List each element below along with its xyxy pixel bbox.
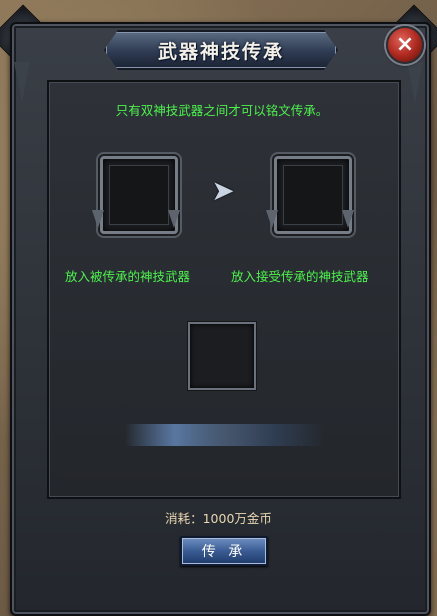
transfer-progress-bar [125, 424, 325, 446]
arrow-right-icon: ➤ [211, 174, 235, 207]
target-slot-label: 放入接受传承的神技武器 [231, 269, 369, 284]
close-button[interactable]: × [386, 26, 424, 64]
transfer-button[interactable]: 传 承 [180, 536, 268, 566]
slot-ornament [266, 210, 278, 228]
source-weapon-slot-inner [109, 165, 169, 225]
source-slot-label: 放入被传承的神技武器 [65, 269, 191, 284]
slot-ornament [92, 210, 104, 228]
target-weapon-slot[interactable] [274, 156, 352, 234]
instruction-text: 只有双神技武器之间才可以铭文传承。 [115, 103, 329, 118]
frame-spike-right [407, 62, 423, 102]
transfer-progress-fill [125, 424, 225, 446]
frame-spike-left [14, 62, 30, 102]
transfer-button-label: 传 承 [201, 544, 247, 560]
title-plate: 武器神技传承 [104, 30, 338, 70]
window-title: 武器神技传承 [157, 40, 284, 63]
close-icon: × [395, 32, 415, 57]
cost-text: 消耗：1000万金币 [165, 511, 272, 526]
slot-ornament [342, 210, 354, 228]
source-weapon-slot[interactable] [100, 156, 178, 234]
slot-ornament [168, 210, 180, 228]
result-slot[interactable] [188, 322, 256, 390]
target-weapon-slot-inner [283, 165, 343, 225]
